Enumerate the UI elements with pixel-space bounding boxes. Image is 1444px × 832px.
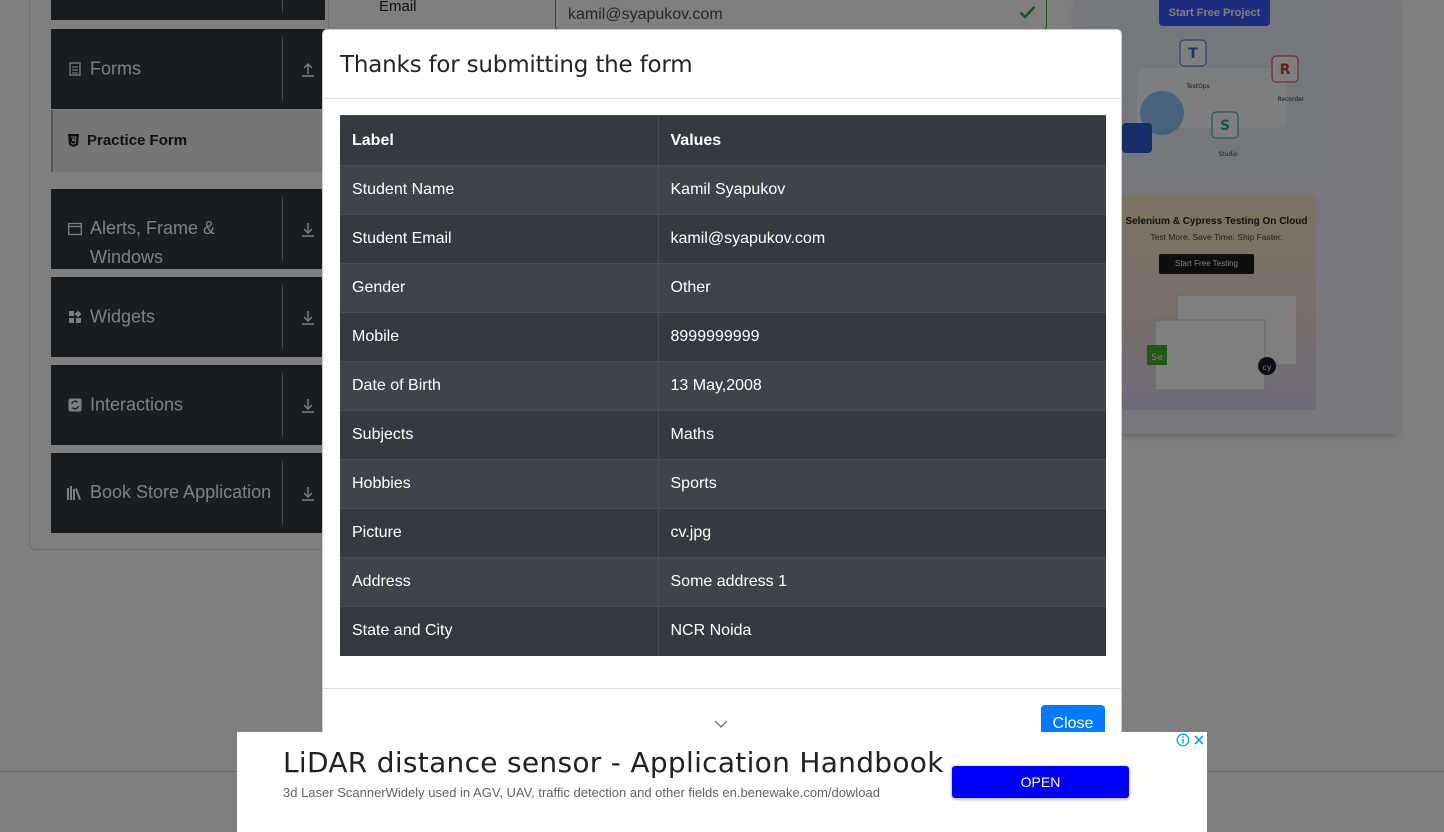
table-row: Student Email kamil@syapukov.com xyxy=(340,214,1106,264)
close-icon[interactable] xyxy=(1192,733,1206,747)
modal-title: Thanks for submitting the form xyxy=(340,52,693,78)
row-label: Subjects xyxy=(340,410,659,460)
modal-header: Thanks for submitting the form xyxy=(323,30,1121,99)
table-row: Date of Birth 13 May,2008 xyxy=(340,361,1106,411)
table-row: Subjects Maths xyxy=(340,410,1106,460)
row-value: Maths xyxy=(658,410,1106,460)
ad-info-icon[interactable] xyxy=(1176,733,1190,747)
table-row: Picture cv.jpg xyxy=(340,508,1106,558)
column-header-label: Label xyxy=(340,115,659,166)
bottom-ad-banner[interactable]: LiDAR distance sensor - Application Hand… xyxy=(237,732,1207,832)
table-row: Address Some address 1 xyxy=(340,557,1106,607)
table-row: Gender Other xyxy=(340,263,1106,313)
chevron-down-icon[interactable] xyxy=(713,719,729,729)
table-row: Mobile 8999999999 xyxy=(340,312,1106,362)
row-value: cv.jpg xyxy=(658,508,1106,558)
row-value: 13 May,2008 xyxy=(658,361,1106,411)
row-value: Sports xyxy=(658,459,1106,509)
row-label: Student Name xyxy=(340,165,659,215)
ad-title[interactable]: LiDAR distance sensor - Application Hand… xyxy=(283,746,944,779)
table-header-row: Label Values xyxy=(340,115,1106,166)
column-header-values: Values xyxy=(658,115,1106,166)
row-label: State and City xyxy=(340,606,659,656)
row-label: Date of Birth xyxy=(340,361,659,411)
row-label: Hobbies xyxy=(340,459,659,509)
ad-description: 3d Laser ScannerWidely used in AGV, UAV,… xyxy=(283,785,880,800)
submission-modal: Thanks for submitting the form Label Val… xyxy=(322,29,1122,789)
table-row: State and City NCR Noida xyxy=(340,606,1106,656)
row-value: NCR Noida xyxy=(658,606,1106,656)
row-value: Other xyxy=(658,263,1106,313)
row-label: Picture xyxy=(340,508,659,558)
row-label: Address xyxy=(340,557,659,607)
row-value: Some address 1 xyxy=(658,557,1106,607)
row-value: Kamil Syapukov xyxy=(658,165,1106,215)
ad-open-button[interactable]: OPEN xyxy=(952,766,1129,798)
row-label: Mobile xyxy=(340,312,659,362)
row-value: kamil@syapukov.com xyxy=(658,214,1106,264)
row-value: 8999999999 xyxy=(658,312,1106,362)
table-row: Hobbies Sports xyxy=(340,459,1106,509)
row-label: Gender xyxy=(340,263,659,313)
row-label: Student Email xyxy=(340,214,659,264)
table-row: Student Name Kamil Syapukov xyxy=(340,165,1106,215)
result-table: Label Values Student Name Kamil Syapukov … xyxy=(340,115,1106,656)
